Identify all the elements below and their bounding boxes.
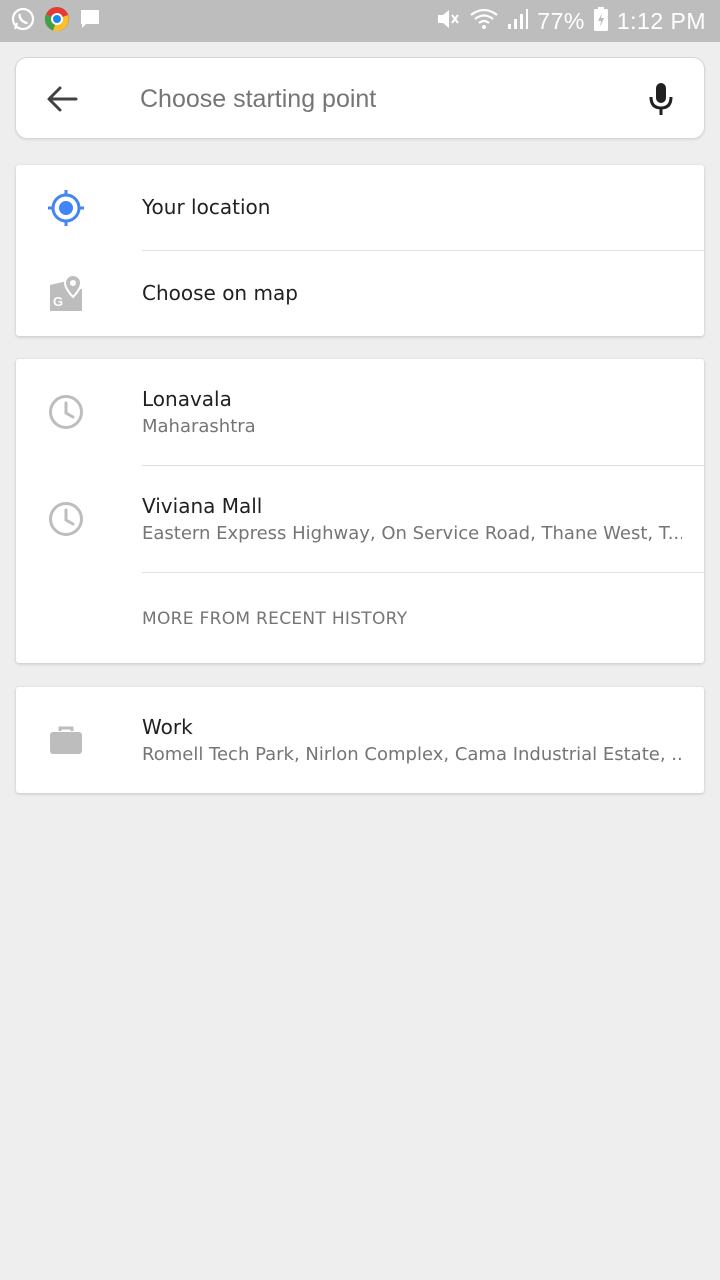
more-from-recent-history-label: MORE FROM RECENT HISTORY [142, 609, 408, 629]
saved-places-card: Work Romell Tech Park, Nirlon Complex, C… [16, 687, 704, 793]
whatsapp-icon [10, 6, 36, 36]
my-location-icon [44, 186, 88, 230]
choose-on-map-option[interactable]: G Choose on map [16, 251, 704, 336]
chrome-icon [44, 6, 70, 36]
status-bar: 77% 1:12 PM [0, 0, 720, 42]
mic-icon [649, 83, 673, 115]
history-icon [44, 390, 88, 434]
signal-icon [507, 7, 529, 35]
recent-item-title: Lonavala [142, 387, 232, 411]
recent-history-card: Lonavala Maharashtra Viviana Mall Easter… [16, 359, 704, 663]
recent-item-subtitle: Eastern Express Highway, On Service Road… [142, 523, 682, 544]
voice-search-button[interactable] [640, 78, 682, 120]
arrow-back-icon [47, 86, 78, 112]
back-button[interactable] [40, 78, 84, 120]
choose-on-map-label: Choose on map [142, 281, 298, 305]
map-pin-icon: G [44, 271, 88, 315]
message-icon [78, 7, 102, 35]
history-icon [44, 497, 88, 541]
saved-item-subtitle: Romell Tech Park, Nirlon Complex, Cama I… [142, 744, 682, 765]
briefcase-icon [44, 719, 88, 763]
recent-item-viviana-mall[interactable]: Viviana Mall Eastern Express Highway, On… [16, 466, 704, 572]
recent-item-lonavala[interactable]: Lonavala Maharashtra [16, 359, 704, 465]
starting-point-input[interactable] [140, 78, 610, 120]
saved-item-title: Work [142, 715, 193, 739]
saved-item-work[interactable]: Work Romell Tech Park, Nirlon Complex, C… [16, 687, 704, 793]
recent-item-title: Viviana Mall [142, 494, 263, 518]
battery-charging-icon [593, 6, 609, 36]
search-bar [15, 57, 705, 139]
svg-text:G: G [53, 294, 63, 309]
mute-icon [435, 7, 461, 35]
battery-percent: 77% [537, 7, 585, 34]
your-location-option[interactable]: Your location [16, 165, 704, 250]
status-bar-system: 77% 1:12 PM [435, 6, 706, 36]
recent-item-subtitle: Maharashtra [142, 416, 256, 437]
your-location-label: Your location [142, 195, 271, 219]
quick-options-card: Your location G Choose on map [16, 165, 704, 336]
more-from-recent-history-button[interactable]: MORE FROM RECENT HISTORY [16, 573, 704, 663]
status-bar-notifications [10, 6, 102, 36]
wifi-icon [469, 7, 499, 35]
clock: 1:12 PM [616, 7, 706, 34]
